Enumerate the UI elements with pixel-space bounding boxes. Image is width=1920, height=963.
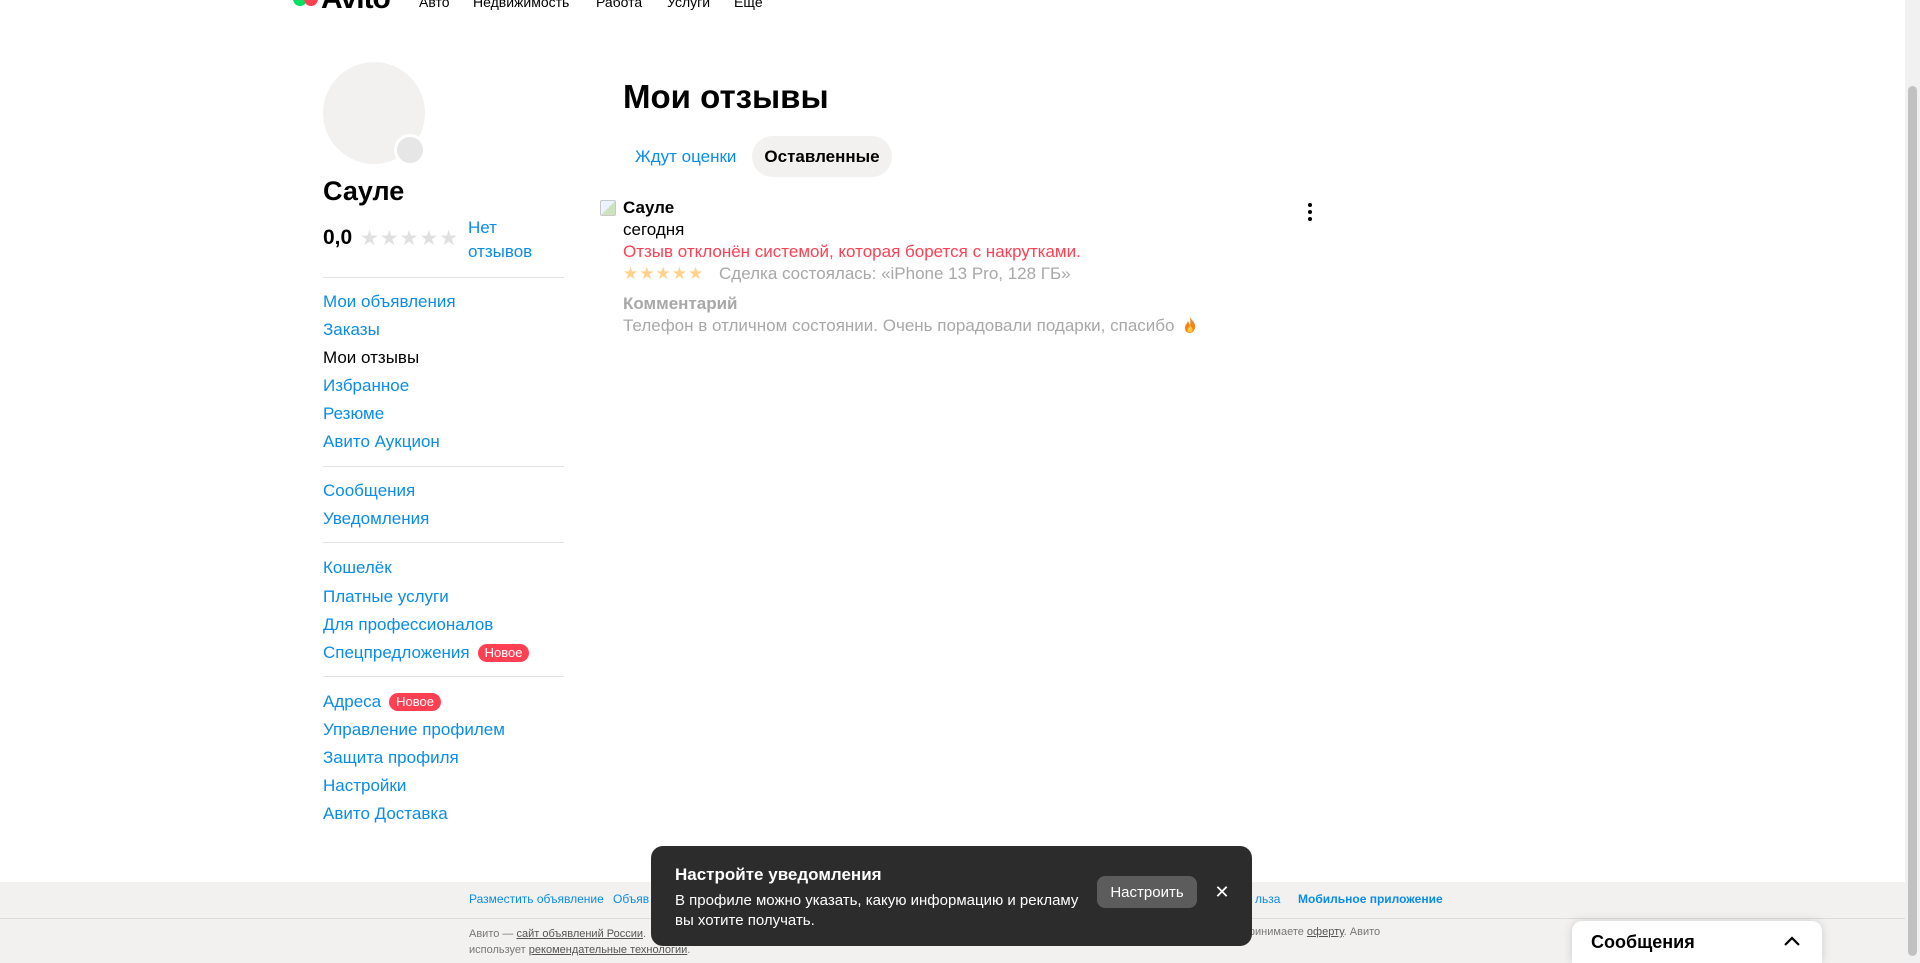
review-date: сегодня <box>623 220 685 239</box>
sidebar-divider <box>323 676 564 677</box>
tab-left-reviews[interactable]: Оставленные <box>752 136 892 177</box>
sidebar-item-messages[interactable]: Сообщения <box>323 481 415 501</box>
reviewer-image-icon <box>600 200 616 216</box>
sidebar-item-professionals[interactable]: Для профессионалов <box>323 615 493 635</box>
review-deal: Сделка состоялась: «iPhone 13 Pro, 128 Г… <box>719 264 1071 283</box>
sidebar-divider <box>323 466 564 467</box>
sidebar-item-my-ads[interactable]: Мои объявления <box>323 292 456 312</box>
avatar-edit-badge[interactable] <box>394 134 426 166</box>
scrollbar-thumb[interactable] <box>1908 86 1917 956</box>
profile-name: Сауле <box>323 176 405 206</box>
sidebar-item-auction[interactable]: Авито Аукцион <box>323 432 440 452</box>
footer-link-mobile-app[interactable]: Мобильное приложение <box>1298 892 1443 906</box>
notification-toast: Настройте уведомления В профиле можно ук… <box>651 846 1252 946</box>
nav-link-auto[interactable]: Авто <box>419 0 450 10</box>
comment-label: Комментарий <box>623 294 738 313</box>
sidebar-divider <box>323 277 564 278</box>
comment-body: Телефон в отличном состоянии. Очень пора… <box>623 316 1175 335</box>
legal-link-site[interactable]: сайт объявлений России <box>516 928 643 940</box>
kebab-dot <box>1308 217 1312 221</box>
legal-link-offer[interactable]: оферту <box>1307 926 1344 938</box>
messenger-widget[interactable]: Сообщения <box>1572 921 1822 963</box>
rating-stars-icon: ★★★★★ <box>360 227 460 250</box>
fire-icon <box>1185 317 1196 333</box>
sidebar-item-notifications[interactable]: Уведомления <box>323 509 429 529</box>
sidebar-divider <box>323 542 564 543</box>
footer-link-ads[interactable]: Объяв <box>613 892 649 906</box>
chevron-up-icon[interactable] <box>1782 933 1802 949</box>
comment-text: Телефон в отличном состоянии. Очень пора… <box>623 316 1197 336</box>
sidebar-item-delivery[interactable]: Авито Доставка <box>323 804 448 824</box>
legal-text: . Авито <box>1343 926 1381 938</box>
footer-link-post-ad[interactable]: Разместить объявление <box>469 892 604 906</box>
new-badge: Новое <box>389 693 441 711</box>
sidebar-item-profile-management[interactable]: Управление профилем <box>323 720 505 740</box>
reviewer-name: Сауле <box>623 198 675 217</box>
review-card: Сауле сегодня Отзыв отклонён системой, к… <box>600 198 1320 348</box>
close-icon[interactable]: ✕ <box>1212 882 1232 902</box>
sidebar-item-label: Адреса <box>323 692 382 711</box>
toast-text: В профиле можно указать, какую информаци… <box>675 892 1079 929</box>
sidebar-item-my-reviews[interactable]: Мои отзывы <box>323 348 419 368</box>
top-navigation: Avito Авто Недвижимость Работа Услуги Ещ… <box>0 0 1920 14</box>
review-stars-icon: ★★★★★ <box>623 264 705 283</box>
nav-link-realty[interactable]: Недвижимость <box>473 0 569 10</box>
kebab-dot <box>1308 210 1312 214</box>
review-status: Отзыв отклонён системой, которая борется… <box>623 242 1081 261</box>
toast-title: Настройте уведомления <box>675 865 882 884</box>
configure-button[interactable]: Настроить <box>1097 876 1197 908</box>
review-tabs: Ждут оценки Оставленные <box>623 136 892 177</box>
sidebar-item-wallet[interactable]: Кошелёк <box>323 558 392 578</box>
sidebar-item-addresses[interactable]: Адреса Новое <box>323 692 441 712</box>
sidebar-item-settings[interactable]: Настройки <box>323 776 406 796</box>
sidebar-item-special-offers[interactable]: Спецпредложения Новое <box>323 643 530 663</box>
avito-logo[interactable]: Avito <box>293 0 391 14</box>
page-title: Мои отзывы <box>623 78 829 115</box>
no-reviews-link[interactable]: Нет отзывов <box>468 216 558 264</box>
nav-link-more[interactable]: Ещё <box>734 0 763 10</box>
sidebar-item-label: Спецпредложения <box>323 643 470 662</box>
sidebar-item-paid-services[interactable]: Платные услуги <box>323 587 449 607</box>
legal-text: использует <box>469 944 529 956</box>
footer-legal-right: ы принимаете оферту. Авито <box>1232 926 1380 938</box>
tab-awaiting-rating[interactable]: Ждут оценки <box>623 136 748 177</box>
logo-dot-red <box>304 0 318 6</box>
nav-link-services[interactable]: Услуги <box>667 0 710 10</box>
sidebar-item-orders[interactable]: Заказы <box>323 320 380 340</box>
sidebar-item-profile-security[interactable]: Защита профиля <box>323 748 459 768</box>
legal-text: Авито — <box>469 928 517 940</box>
review-more-menu-icon[interactable] <box>1300 200 1320 224</box>
rating-value: 0,0 <box>323 226 353 249</box>
sidebar-item-resume[interactable]: Резюме <box>323 404 384 424</box>
legal-text: . <box>643 928 647 940</box>
kebab-dot <box>1308 203 1312 207</box>
footer-link-terms[interactable]: льза <box>1255 892 1280 906</box>
scrollbar[interactable] <box>1905 0 1920 963</box>
new-badge: Новое <box>477 644 530 662</box>
sidebar-item-favorites[interactable]: Избранное <box>323 376 409 396</box>
logo-text: Avito <box>321 0 391 14</box>
messenger-title: Сообщения <box>1591 932 1695 952</box>
nav-link-jobs[interactable]: Работа <box>596 0 642 10</box>
